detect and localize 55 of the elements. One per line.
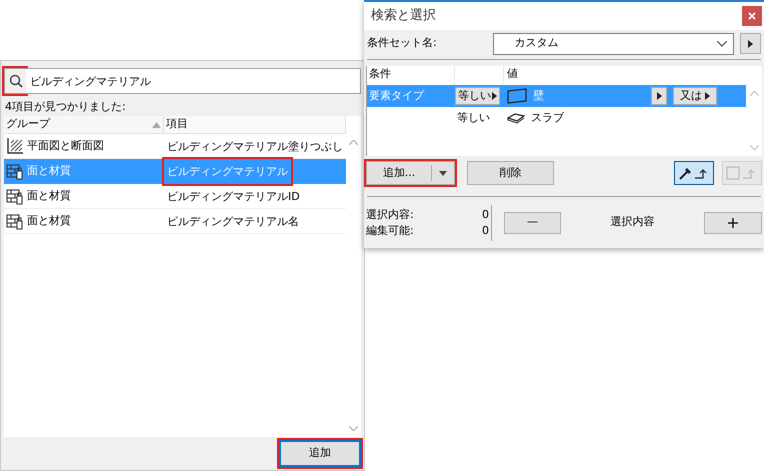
- hatch-icon: [6, 137, 24, 155]
- dropdown-arrow-icon: [439, 170, 447, 176]
- triangle-icon: [705, 92, 710, 100]
- column-header[interactable]: グループ: [4, 116, 164, 133]
- item-cell: ビルディングマテリアル: [164, 158, 291, 184]
- value-cell-text: スラブ: [531, 110, 564, 126]
- or-button[interactable]: 又は: [673, 87, 717, 105]
- stat-value: 0: [482, 222, 489, 238]
- window-title: 検索と選択: [371, 7, 436, 26]
- brick-brush-icon: [6, 162, 24, 180]
- triangle-icon: [748, 40, 754, 48]
- stat-value: 0: [482, 206, 489, 222]
- condition-row[interactable]: 要素タイプ 等しい 壁 又は: [367, 85, 746, 107]
- triangle-icon: [656, 92, 662, 100]
- item-cell-text: ビルディングマテリアルID: [166, 188, 301, 204]
- condition-row[interactable]: 等しい スラブ: [367, 107, 746, 129]
- add-split-button[interactable]: 追加...: [366, 161, 455, 185]
- item-cell-text: ビルディングマテリアル塗りつぶし: [166, 138, 344, 154]
- group-cell-text: 平面図と断面図: [27, 138, 104, 154]
- stat-label: 編集可能:: [366, 222, 414, 238]
- scroll-up-icon: [750, 91, 758, 96]
- criteria-set-label: 条件セット名:: [367, 35, 438, 52]
- more-button[interactable]: [740, 33, 761, 54]
- scroll-up-icon: [349, 140, 358, 145]
- close-button[interactable]: [742, 6, 762, 26]
- triangle-icon: [492, 92, 497, 100]
- slab-icon: [507, 112, 525, 124]
- add-button[interactable]: 追加: [279, 440, 361, 467]
- value-cell-text: 壁: [533, 88, 544, 104]
- sort-arrow-icon: [152, 122, 161, 128]
- scroll-down-icon: [349, 426, 358, 431]
- group-cell-text: 面と材質: [27, 188, 71, 204]
- close-icon: [748, 12, 756, 20]
- parallelogram-icon: [507, 88, 527, 104]
- delete-button[interactable]: 削除: [467, 161, 554, 185]
- criteria-set-dropdown[interactable]: カスタム: [493, 32, 734, 54]
- operator-button[interactable]: 等しい: [455, 87, 500, 105]
- result-row[interactable]: 面と材質 ビルディングマテリアル名: [4, 209, 346, 234]
- expand-button[interactable]: [651, 87, 667, 105]
- operator-cell-text: 等しい: [456, 110, 490, 126]
- criterion-cell: 要素タイプ: [369, 88, 424, 102]
- minus-button[interactable]: —: [504, 212, 561, 234]
- tool-button[interactable]: [674, 161, 714, 185]
- column-header[interactable]: 項目: [164, 116, 346, 133]
- scroll-down-icon: [750, 145, 758, 150]
- column-header[interactable]: 値: [504, 66, 746, 85]
- item-cell-text: ビルディングマテリアル名: [166, 214, 300, 230]
- group-cell-text: 面と材質: [27, 212, 71, 229]
- group-cell-text: 面と材質: [27, 162, 71, 179]
- stat-label: 選択内容:: [366, 206, 414, 222]
- plus-button[interactable]: +: [704, 212, 762, 234]
- chevron-down-icon: [717, 40, 728, 46]
- result-row[interactable]: 面と材質 ビルディングマテリアルID: [4, 184, 346, 209]
- selection-label: 選択内容: [610, 214, 654, 230]
- result-count: 4項目が見つかりました:: [4, 99, 127, 115]
